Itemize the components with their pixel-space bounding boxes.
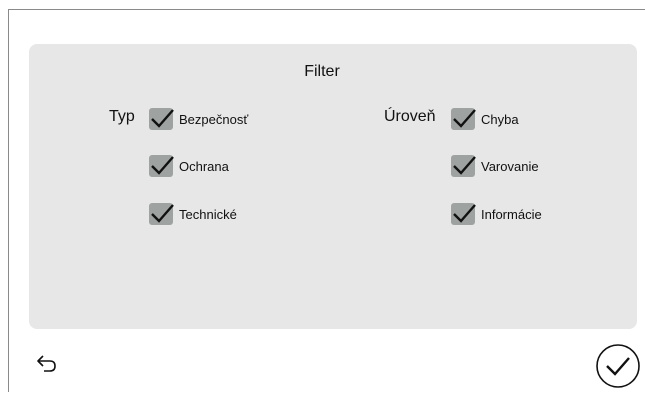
checkmark-icon [151,156,174,175]
filter-panel: Filter Typ Bezpečnosť Ochrana Technické … [29,44,637,329]
checkbox-box[interactable] [451,155,476,177]
panel-title: Filter [304,63,340,80]
checkbox-varovanie[interactable]: Varovanie [451,155,539,177]
checkbox-chyba[interactable]: Chyba [451,108,519,130]
uroven-group-label: Úroveň [384,108,436,125]
checkbox-informacie[interactable]: Informácie [451,203,542,225]
checkbox-label: Informácie [481,206,542,222]
checkbox-label: Technické [179,206,237,222]
checkbox-label: Chyba [481,111,519,127]
checkbox-box[interactable] [451,108,476,130]
checkmark-icon [453,204,476,223]
checkbox-box[interactable] [149,203,174,225]
back-button[interactable] [34,352,60,374]
checkbox-label: Ochrana [179,158,229,174]
checkbox-label: Bezpečnosť [179,111,249,127]
checkbox-box[interactable] [451,203,476,225]
checkmark-icon [151,109,174,128]
circle-check-icon [596,344,640,388]
confirm-button[interactable] [595,343,641,389]
back-arrow-icon [37,355,56,372]
checkbox-box[interactable] [149,155,174,177]
checkmark-icon [453,156,476,175]
checkmark-icon [151,204,174,223]
checkbox-box[interactable] [149,108,174,130]
checkbox-label: Varovanie [481,158,539,174]
checkbox-ochrana[interactable]: Ochrana [149,155,229,177]
checkmark-icon [453,109,476,128]
checkbox-technicke[interactable]: Technické [149,203,237,225]
typ-group-label: Typ [109,108,135,125]
checkbox-bezpecnost[interactable]: Bezpečnosť [149,108,248,130]
